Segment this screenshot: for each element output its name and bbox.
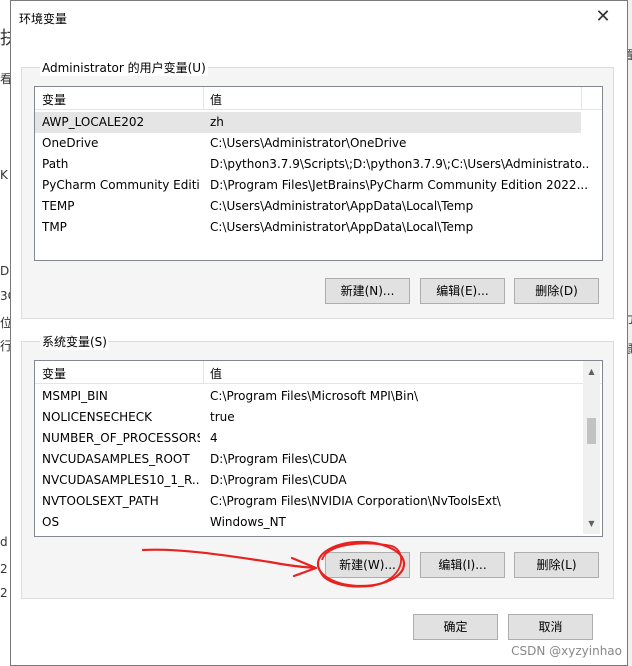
arrow-mark <box>141 548 318 578</box>
red-annotation <box>141 540 406 588</box>
watermark: CSDN @xyzyinhao <box>511 644 622 658</box>
circle-mark <box>316 540 406 588</box>
